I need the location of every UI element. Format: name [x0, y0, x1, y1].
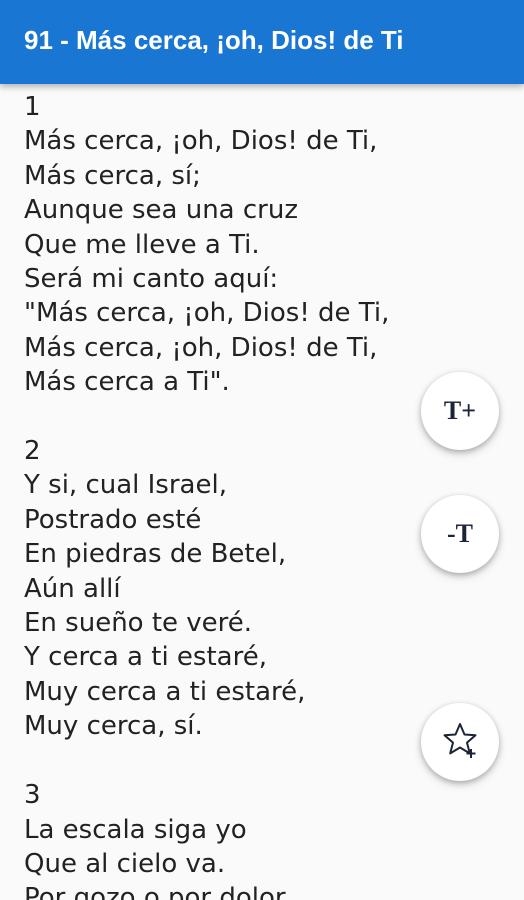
- lyric-line: Más cerca, sí;: [24, 160, 201, 191]
- decrease-font-label: -T: [447, 519, 473, 548]
- lyrics-text: 1 Más cerca, ¡oh, Dios! de Ti, Más cerca, …: [24, 90, 504, 900]
- lyric-line: Aún allí: [24, 573, 121, 604]
- lyric-line: Aunque sea una cruz: [24, 195, 298, 226]
- lyric-line: Más cerca, ¡oh, Dios! de Ti,: [24, 332, 378, 363]
- add-favorite-button[interactable]: [421, 703, 499, 781]
- stanza-number: 3: [24, 780, 41, 811]
- lyric-line: Más cerca, ¡oh, Dios! de Ti,: [24, 126, 378, 157]
- lyric-line: Será mi canto aquí:: [24, 264, 279, 295]
- lyric-line: "Más cerca, ¡oh, Dios! de Ti,: [24, 298, 390, 329]
- lyric-line: En sueño te veré.: [24, 608, 253, 639]
- decrease-font-button[interactable]: -T: [421, 495, 499, 573]
- stanza-number: 1: [24, 92, 41, 122]
- stanza-number: 2: [24, 436, 41, 467]
- increase-font-label: T+: [443, 396, 477, 425]
- lyric-line: Y cerca a ti estaré,: [24, 642, 267, 673]
- lyric-line: Muy cerca a ti estaré,: [24, 676, 306, 707]
- page-title: 91 - Más cerca, ¡oh, Dios! de Ti: [24, 24, 404, 55]
- lyric-line: Que al cielo va.: [24, 848, 226, 879]
- lyric-line: Por gozo o por dolor: [24, 883, 286, 900]
- increase-font-button[interactable]: T+: [421, 372, 499, 450]
- star-plus-icon: [440, 720, 480, 765]
- lyric-line: Y si, cual Israel,: [24, 470, 227, 501]
- lyric-line: Que me lleve a Ti.: [24, 229, 260, 260]
- app-bar: 91 - Más cerca, ¡oh, Dios! de Ti: [0, 0, 524, 84]
- lyric-line: La escala siga yo: [24, 814, 247, 845]
